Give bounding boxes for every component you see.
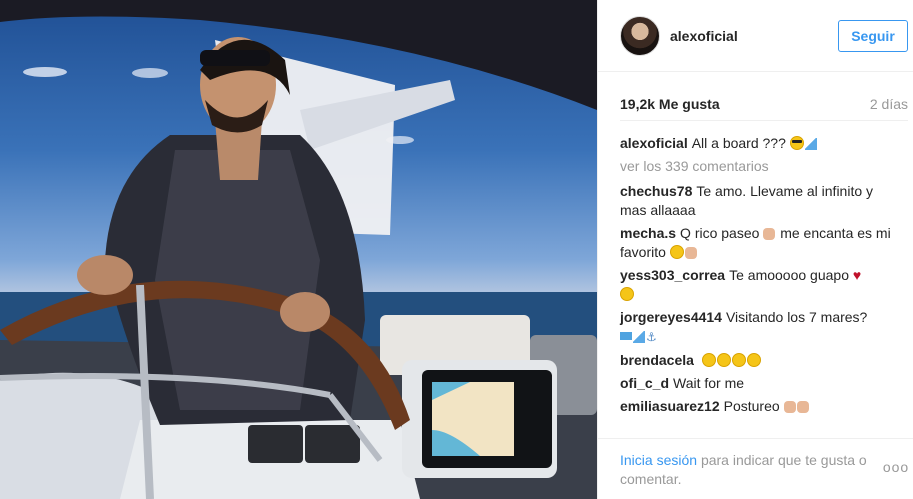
wave-emoji-icon (620, 332, 632, 340)
comment-user[interactable]: jorgereyes4414 (620, 309, 722, 325)
divider (620, 120, 908, 121)
likes-count[interactable]: 19,2k Me gusta (620, 96, 720, 112)
comment-user[interactable]: emiliasuarez12 (620, 398, 720, 414)
post-stats: 19,2k Me gusta 2 días (620, 96, 908, 116)
anchor-emoji-icon: ⚓ (646, 330, 657, 344)
smile-emoji-icon (620, 287, 634, 301)
comment-item: mecha.s Q rico paseo me encanta es mi fav… (620, 224, 892, 262)
comment-user[interactable]: brendacela (620, 352, 694, 368)
comment-item: emiliasuarez12 Postureo (620, 397, 892, 416)
comment-item: jorgereyes4414 Visitando los 7 mares? ⚓ (620, 308, 892, 347)
smile-emoji-icon (701, 353, 716, 367)
comments-list: alexoficial All a board ??? ver los 339 c… (620, 134, 892, 420)
post-photo (0, 0, 597, 499)
heart-emoji-icon: ♥ (852, 267, 862, 283)
caption: alexoficial All a board ??? (620, 134, 892, 153)
comment-user[interactable]: chechus78 (620, 183, 692, 199)
sunglasses-emoji-icon (789, 136, 804, 150)
login-link[interactable]: Inicia sesión (620, 452, 697, 468)
comment-text: Te amooooo guapo (729, 267, 849, 283)
caption-user[interactable]: alexoficial (620, 135, 688, 151)
comment-item: chechus78 Te amo. Llevame al infinito y m… (620, 182, 892, 220)
comment-item: brendacela (620, 351, 892, 370)
smile-emoji-icon (716, 353, 731, 367)
smile-emoji-icon (731, 353, 746, 367)
post-username[interactable]: alexoficial (670, 28, 738, 44)
login-prompt: Inicia sesión para indicar que te gusta … (620, 451, 870, 489)
view-all-comments-link[interactable]: ver los 339 comentarios (620, 157, 892, 176)
comment-text: Wait for me (673, 375, 745, 391)
post-header: alexoficial Seguir (598, 0, 913, 72)
profile-avatar[interactable] (620, 16, 660, 56)
grin-emoji-icon (669, 245, 684, 259)
post-footer: Inicia sesión para indicar que te gusta … (598, 438, 913, 499)
comment-item: yess303_correa Te amooooo guapo ♥ (620, 266, 892, 304)
comment-user[interactable]: mecha.s (620, 225, 676, 241)
comment-text: Postureo (723, 398, 780, 414)
hand-emoji-icon (763, 228, 776, 240)
hand-emoji-icon (796, 401, 809, 413)
sailboat-emoji-icon (804, 138, 817, 150)
comment-user[interactable]: yess303_correa (620, 267, 725, 283)
photo-illustration (0, 0, 597, 499)
post-sidebar: alexoficial Seguir 19,2k Me gusta 2 días… (597, 0, 913, 499)
post-date[interactable]: 2 días (870, 96, 908, 112)
comment-item: ofi_c_d Wait for me (620, 374, 892, 393)
hand-emoji-icon (684, 247, 697, 259)
comment-text: Q rico paseo (680, 225, 760, 241)
smile-emoji-icon (746, 353, 761, 367)
ellipsis-icon[interactable]: ooo (882, 459, 910, 477)
sailboat-emoji-icon (633, 331, 645, 343)
hand-emoji-icon (783, 401, 796, 413)
caption-text: All a board ??? (691, 135, 786, 151)
follow-button[interactable]: Seguir (838, 20, 908, 52)
comment-user[interactable]: ofi_c_d (620, 375, 669, 391)
comment-text: Visitando los 7 mares? (725, 309, 868, 325)
